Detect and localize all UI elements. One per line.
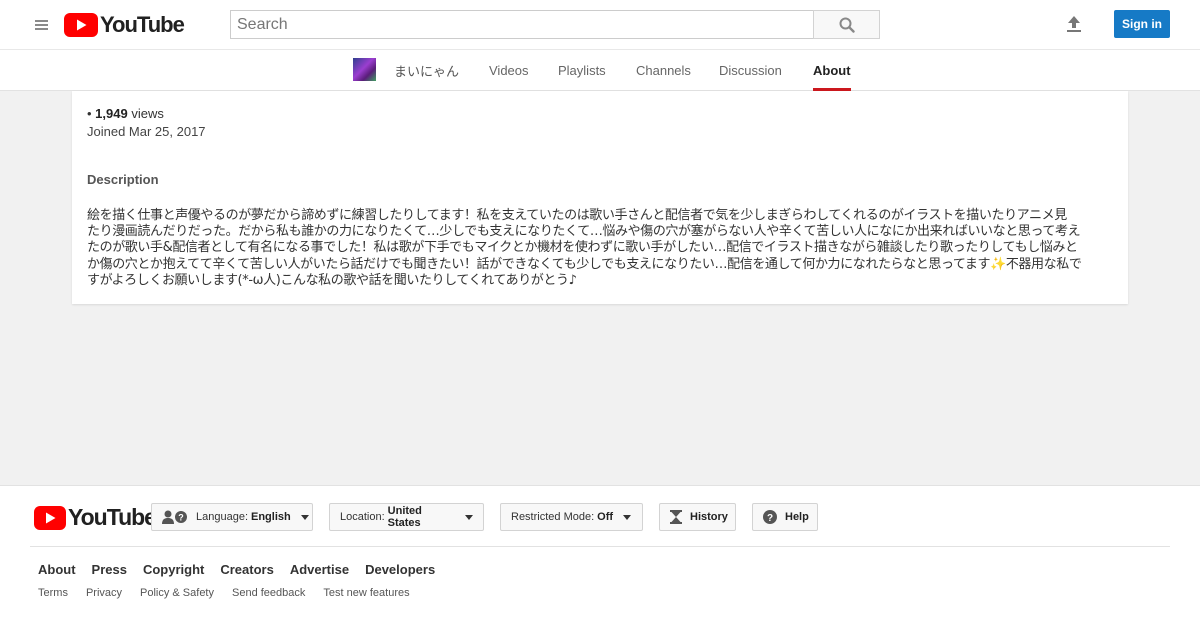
footer-link-policy-safety[interactable]: Policy & Safety bbox=[140, 587, 214, 599]
hourglass-icon bbox=[670, 510, 682, 524]
description-line: か傷の穴とか抱えてて辛くて苦しい人がいたら話だけでも聞きたい！話ができなくても少… bbox=[87, 256, 1082, 272]
restricted-value: Off bbox=[597, 511, 614, 523]
footer: YouTube ? Language: English Location: Unit… bbox=[0, 485, 1200, 630]
language-value: English bbox=[251, 511, 291, 523]
footer-link-copyright[interactable]: Copyright bbox=[143, 562, 204, 577]
footer-logo-text: YouTube bbox=[68, 504, 157, 530]
views-prefix: • bbox=[87, 106, 96, 121]
about-card: • 1,949 views Joined Mar 25, 2017 Descri… bbox=[72, 91, 1128, 304]
footer-secondary-links: Terms Privacy Policy & Safety Send feedb… bbox=[38, 587, 428, 599]
channel-avatar[interactable] bbox=[353, 58, 376, 81]
views-count: 1,949 bbox=[95, 106, 128, 121]
history-button[interactable]: History bbox=[659, 503, 736, 531]
footer-link-creators[interactable]: Creators bbox=[220, 562, 273, 577]
views-stat: • 1,949 views bbox=[87, 106, 164, 121]
description-line: たり漫画読んだりだった。だから私も誰かの力になりたくて…少しでも支えになりたくて… bbox=[87, 224, 1081, 240]
footer-link-about[interactable]: About bbox=[38, 562, 76, 577]
masthead: YouTube Sign in bbox=[0, 0, 1200, 50]
tab-about[interactable]: About bbox=[813, 50, 851, 91]
help-button[interactable]: ? Help bbox=[752, 503, 818, 531]
upload-button[interactable] bbox=[1064, 14, 1084, 34]
search-input[interactable] bbox=[230, 10, 814, 39]
help-icon: ? bbox=[763, 510, 777, 524]
channel-name-link[interactable]: まいにゃん bbox=[394, 50, 459, 91]
description-heading: Description bbox=[87, 172, 159, 187]
location-label: Location: bbox=[340, 511, 385, 523]
tab-discussion[interactable]: Discussion bbox=[719, 50, 782, 91]
upload-icon bbox=[1067, 16, 1081, 32]
history-label: History bbox=[690, 511, 728, 523]
chevron-down-icon bbox=[465, 514, 473, 520]
youtube-logo[interactable]: YouTube bbox=[64, 12, 185, 38]
description-text: 絵を描く仕事と声優やるのが夢だから諦めずに練習したりしてます！私を支えていたのは… bbox=[87, 208, 1111, 289]
joined-date: Joined Mar 25, 2017 bbox=[87, 124, 206, 139]
footer-link-developers[interactable]: Developers bbox=[365, 562, 435, 577]
tab-videos[interactable]: Videos bbox=[489, 50, 529, 91]
description-line: たのが歌い手&配信者として有名になる事でした！私は歌が下手でもマイクとか機材を使… bbox=[87, 240, 1078, 256]
footer-link-terms[interactable]: Terms bbox=[38, 587, 68, 599]
footer-youtube-logo[interactable]: YouTube bbox=[34, 504, 157, 531]
language-label: Language: bbox=[196, 511, 248, 523]
restricted-mode-picker[interactable]: Restricted Mode: Off bbox=[500, 503, 643, 531]
restricted-label: Restricted Mode: bbox=[511, 511, 595, 523]
chevron-down-icon bbox=[623, 514, 632, 520]
svg-text:?: ? bbox=[767, 513, 773, 524]
svg-text:?: ? bbox=[178, 513, 184, 523]
youtube-logo-icon bbox=[34, 505, 66, 530]
views-suffix: views bbox=[127, 106, 164, 121]
footer-divider bbox=[30, 546, 1170, 547]
description-line: 絵を描く仕事と声優やるのが夢だから諦めずに練習したりしてます！私を支えていたのは… bbox=[87, 208, 1067, 223]
location-picker[interactable]: Location: United States bbox=[329, 503, 484, 531]
youtube-logo-icon bbox=[64, 13, 98, 37]
search-button[interactable] bbox=[813, 10, 880, 39]
sign-in-button[interactable]: Sign in bbox=[1114, 10, 1170, 38]
footer-link-privacy[interactable]: Privacy bbox=[86, 587, 122, 599]
footer-link-test-new-features[interactable]: Test new features bbox=[323, 587, 409, 599]
footer-link-press[interactable]: Press bbox=[92, 562, 127, 577]
help-label: Help bbox=[785, 511, 809, 523]
tab-playlists[interactable]: Playlists bbox=[558, 50, 606, 91]
footer-primary-links: About Press Copyright Creators Advertise… bbox=[38, 562, 451, 577]
logo-text: YouTube bbox=[100, 12, 185, 37]
menu-icon[interactable] bbox=[30, 14, 52, 36]
location-value: United States bbox=[387, 505, 422, 529]
footer-link-advertise[interactable]: Advertise bbox=[290, 562, 349, 577]
description-line: すがよろしくお願いします(*-ω人)こんな私の歌や話を聞いたりしてくれてありがと… bbox=[87, 272, 577, 288]
chevron-down-icon bbox=[300, 514, 309, 520]
language-icon: ? bbox=[162, 510, 188, 524]
tab-channels[interactable]: Channels bbox=[636, 50, 691, 91]
language-picker[interactable]: ? Language: English bbox=[151, 503, 313, 531]
footer-link-send-feedback[interactable]: Send feedback bbox=[232, 587, 305, 599]
search-icon bbox=[839, 17, 855, 33]
channel-tabs: まいにゃん Videos Playlists Channels Discussi… bbox=[0, 50, 1200, 91]
